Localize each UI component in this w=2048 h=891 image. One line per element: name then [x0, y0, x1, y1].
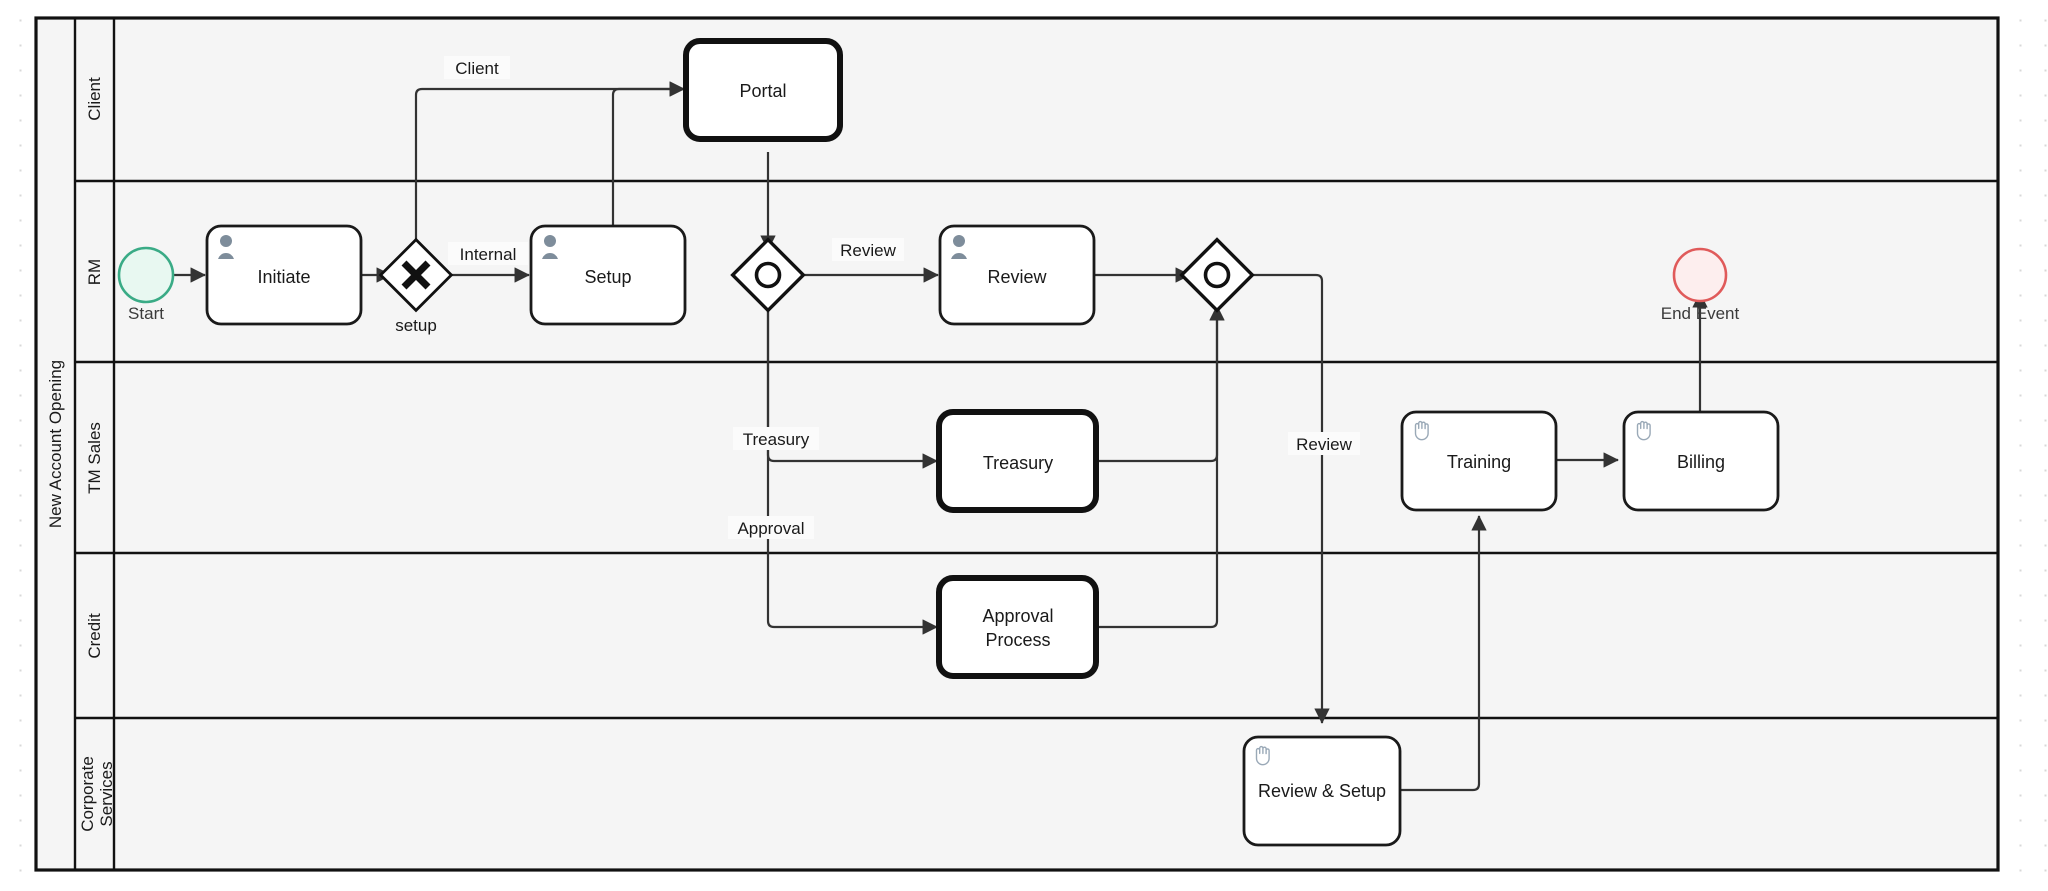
- lane-label-corporate-services-line2: Services: [97, 761, 116, 826]
- task-review[interactable]: Review: [938, 224, 1096, 326]
- task-billing[interactable]: Billing: [1622, 410, 1780, 512]
- task-approval-process-label-line1: Approval: [982, 606, 1053, 626]
- task-treasury-label: Treasury: [983, 453, 1053, 473]
- flow-label-treasury: Treasury: [733, 427, 819, 450]
- flow-label-approval-text: Approval: [737, 519, 804, 538]
- lane-label-credit: Credit: [85, 613, 104, 659]
- bpmn-canvas: New Account Opening Client RM TM Sales C…: [0, 0, 2048, 891]
- flow-label-approval: Approval: [728, 516, 814, 539]
- flow-label-treasury-text: Treasury: [743, 430, 810, 449]
- flow-label-client-text: Client: [455, 59, 499, 78]
- manual-task-icon: [1636, 420, 1651, 441]
- end-event-label: End Event: [1661, 304, 1740, 323]
- manual-task-icon: [1414, 420, 1429, 441]
- flow-label-review-top: Review: [832, 238, 904, 261]
- task-review-label: Review: [987, 267, 1047, 287]
- task-review-and-setup[interactable]: Review & Setup: [1242, 735, 1402, 847]
- pool-label: New Account Opening: [46, 360, 65, 528]
- flow-label-review-top-text: Review: [840, 241, 896, 260]
- task-billing-label: Billing: [1677, 452, 1725, 472]
- task-approval-process-label-line2: Process: [985, 630, 1050, 650]
- flow-label-client: Client: [444, 56, 510, 79]
- exclusive-gateway-label: setup: [395, 316, 437, 335]
- bpmn-diagram: New Account Opening Client RM TM Sales C…: [34, 16, 2000, 872]
- task-training[interactable]: Training: [1400, 410, 1558, 512]
- task-initiate[interactable]: Initiate: [205, 224, 363, 326]
- lane-label-tm-sales: TM Sales: [85, 422, 104, 494]
- task-approval-process[interactable]: Approval Process: [936, 575, 1099, 679]
- flow-label-review-down: Review: [1288, 432, 1360, 455]
- task-initiate-label: Initiate: [257, 267, 310, 287]
- task-portal-label: Portal: [739, 81, 786, 101]
- manual-task-icon: [1255, 745, 1270, 766]
- lane-label-corporate-services-line1: Corporate: [78, 756, 97, 832]
- task-review-and-setup-label: Review & Setup: [1258, 781, 1386, 801]
- start-event-label: Start: [128, 304, 164, 323]
- lane-label-client: Client: [85, 77, 104, 121]
- flow-label-review-down-text: Review: [1296, 435, 1352, 454]
- task-setup[interactable]: Setup: [529, 224, 687, 326]
- flow-label-internal-text: Internal: [460, 245, 517, 264]
- lane-label-rm: RM: [85, 259, 104, 285]
- task-treasury[interactable]: Treasury: [936, 409, 1099, 513]
- task-portal[interactable]: Portal: [683, 38, 843, 142]
- task-setup-label: Setup: [584, 267, 631, 287]
- task-training-label: Training: [1447, 452, 1511, 472]
- flow-label-internal: Internal: [448, 242, 528, 265]
